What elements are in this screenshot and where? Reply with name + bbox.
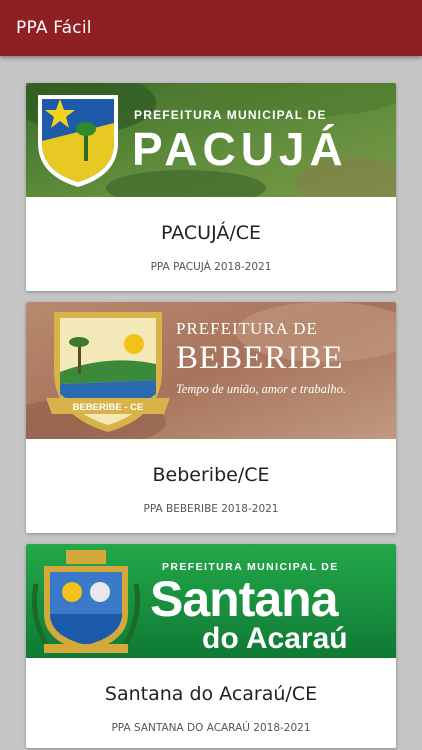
santana-banner: PREFEITURA MUNICIPAL DE Santana do Acara… <box>26 544 396 658</box>
municipality-card-beberibe[interactable]: BEBERIBE - CE PREFEITURA DE BEBERIBE Tem… <box>26 302 396 533</box>
beberibe-banner-slogan: Tempo de união, amor e trabalho. <box>176 382 346 396</box>
card-title: Beberibe/CE <box>152 464 270 486</box>
card-subtitle: PPA SANTANA DO ACARAÚ 2018-2021 <box>111 722 311 734</box>
app-title: PPA Fácil <box>16 18 92 38</box>
beberibe-banner: BEBERIBE - CE PREFEITURA DE BEBERIBE Tem… <box>26 302 396 439</box>
card-subtitle: PPA PACUJÁ 2018-2021 <box>150 261 272 273</box>
card-title: Santana do Acaraú/CE <box>104 683 318 705</box>
beberibe-badge-text: BEBERIBE - CE <box>73 402 144 413</box>
pacuja-banner-line1: PREFEITURA MUNICIPAL DE <box>134 108 327 122</box>
pacuja-banner: PREFEITURA MUNICIPAL DE PACUJÁ <box>26 83 396 197</box>
beberibe-coat-of-arms-icon <box>46 312 170 432</box>
pacuja-banner-line2: PACUJÁ <box>132 123 348 175</box>
beberibe-banner-line2: BEBERIBE <box>176 340 344 376</box>
municipality-card-santana-do-acarau[interactable]: PREFEITURA MUNICIPAL DE Santana do Acara… <box>26 544 396 748</box>
santana-banner-line3: do Acaraú <box>202 622 348 655</box>
app-bar: PPA Fácil <box>0 0 422 56</box>
card-title: PACUJÁ/CE <box>160 222 262 244</box>
card-subtitle: PPA BEBERIBE 2018-2021 <box>143 503 279 515</box>
beberibe-banner-line1: PREFEITURA DE <box>176 319 318 338</box>
municipality-card-pacuja[interactable]: PREFEITURA MUNICIPAL DE PACUJÁ PACUJÁ/CE… <box>26 83 396 291</box>
municipality-list: PREFEITURA MUNICIPAL DE PACUJÁ PACUJÁ/CE… <box>0 56 422 748</box>
santana-banner-line2: Santana <box>150 571 340 627</box>
